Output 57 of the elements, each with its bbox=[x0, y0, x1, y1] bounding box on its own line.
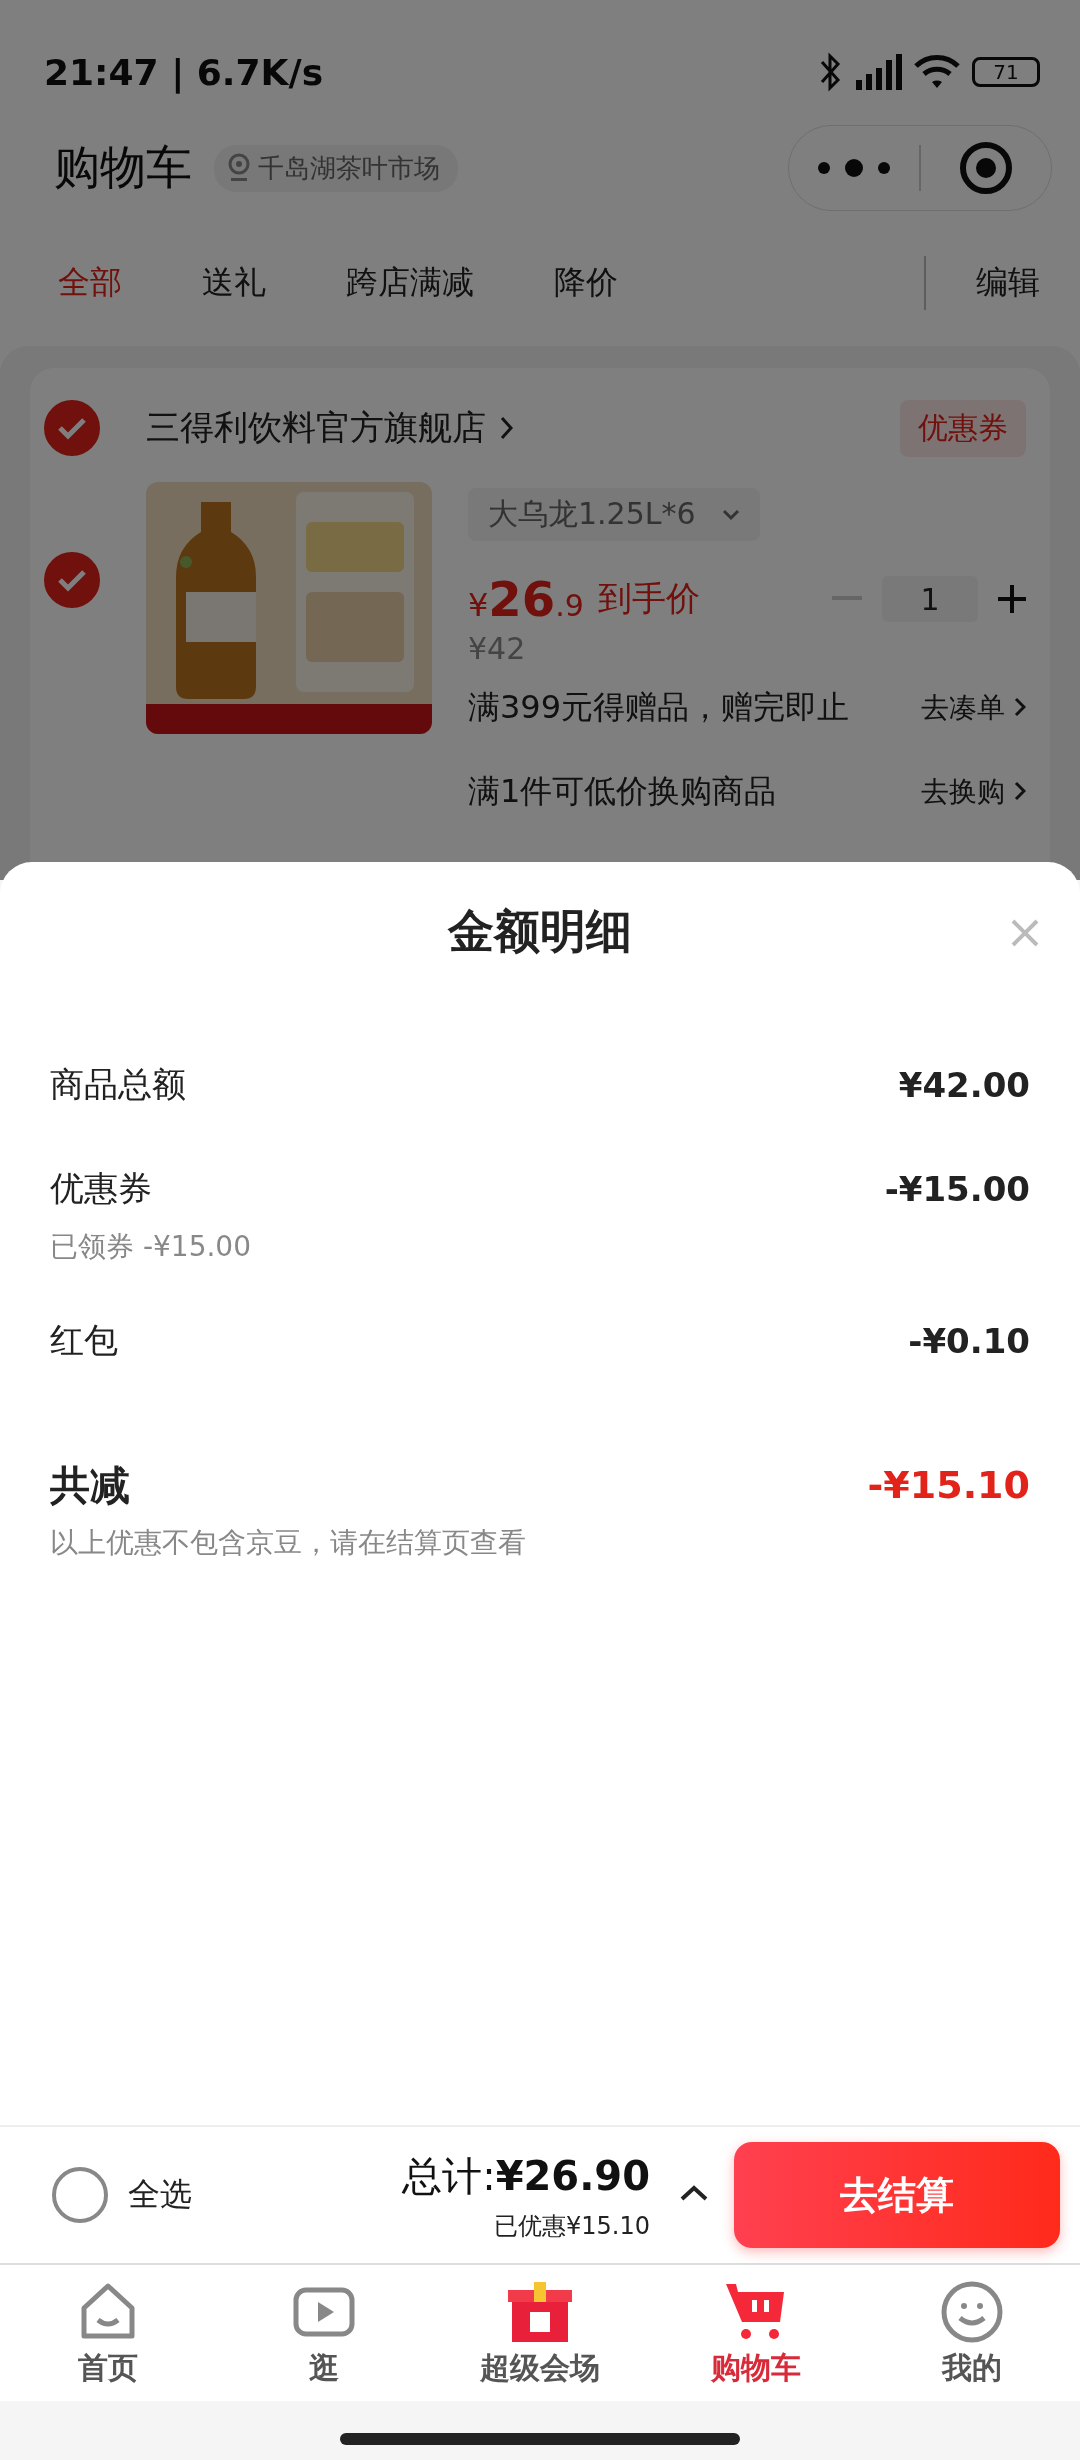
sheet-title: 金额明细 bbox=[448, 903, 632, 960]
caret-icon[interactable] bbox=[680, 2185, 708, 2201]
price-label: 到手价 bbox=[597, 577, 700, 620]
filter-tab[interactable]: 降价 bbox=[554, 253, 618, 313]
filter-tab[interactable]: 送礼 bbox=[202, 253, 266, 313]
select-all-label[interactable]: 全选 bbox=[128, 2173, 192, 2217]
amount-value: -¥0.10 bbox=[908, 1321, 1030, 1361]
location-text: 千岛湖茶叶市场 bbox=[258, 151, 440, 185]
quantity-field[interactable]: 1 bbox=[882, 576, 978, 622]
amount-note: 以上优惠不包含京豆，请在结算页查看 bbox=[50, 1525, 527, 1561]
filter-tab[interactable]: 全部 bbox=[58, 253, 122, 313]
original-price: ¥42 bbox=[468, 631, 527, 666]
chevron-icon bbox=[500, 416, 514, 440]
amount-value: -¥15.10 bbox=[867, 1463, 1030, 1507]
coupon-tag[interactable]: 优惠券 bbox=[900, 399, 1026, 457]
amount-note: 已领券 -¥15.00 bbox=[50, 1229, 252, 1265]
amount-label: 商品总额 bbox=[50, 1063, 186, 1106]
spec-text: 大乌龙1.25L*6 bbox=[488, 495, 696, 533]
amount-value: -¥15.00 bbox=[884, 1169, 1030, 1209]
edit-link[interactable]: 编辑 bbox=[926, 261, 1080, 305]
price: ¥26.9 bbox=[468, 571, 584, 627]
checkbox[interactable] bbox=[44, 552, 100, 608]
checkout-button[interactable]: 去结算 bbox=[734, 2142, 1060, 2248]
total-amount: 总计:¥26.90 bbox=[402, 2151, 650, 2201]
promo-link[interactable]: 去凑单 bbox=[921, 689, 1026, 727]
caret-icon bbox=[721, 508, 740, 521]
filter-tab[interactable]: 跨店满减 bbox=[346, 253, 474, 313]
status-time: 21:47 | 6.7K/s bbox=[44, 51, 324, 93]
bluetooth-icon bbox=[818, 52, 842, 92]
checkmark-icon bbox=[57, 416, 87, 440]
location-chip[interactable]: 千岛湖茶叶市场 bbox=[214, 144, 458, 192]
plus-icon[interactable] bbox=[998, 585, 1026, 613]
location-icon bbox=[226, 153, 252, 183]
checkbox[interactable] bbox=[44, 400, 100, 456]
chevron-icon bbox=[1014, 697, 1026, 717]
close-icon[interactable] bbox=[1010, 918, 1040, 948]
nav-tab[interactable]: 我的 bbox=[864, 2265, 1080, 2401]
checkmark-icon bbox=[57, 568, 87, 592]
nav-tab[interactable]: 超级会场 bbox=[432, 2265, 648, 2401]
page-title: 购物车 bbox=[54, 139, 192, 196]
select-all-radio[interactable] bbox=[52, 2167, 108, 2223]
store-name[interactable]: 三得利饮料官方旗舰店 bbox=[146, 405, 486, 451]
saved-amount: 已优惠¥15.10 bbox=[494, 2210, 650, 2242]
chevron-icon bbox=[1014, 781, 1026, 801]
close-target-icon[interactable] bbox=[959, 141, 1013, 195]
nav-tab[interactable]: 首页 bbox=[0, 2265, 216, 2401]
amount-label: 共减 bbox=[50, 1460, 130, 1510]
promo-text: 满399元得赠品，赠完即止 bbox=[468, 687, 850, 728]
spec-selector[interactable]: 大乌龙1.25L*6 bbox=[468, 488, 760, 541]
nav-tab[interactable]: 购物车 bbox=[648, 2265, 864, 2401]
amount-label: 优惠券 bbox=[50, 1167, 152, 1210]
battery-icon: 71 bbox=[972, 57, 1040, 87]
promo-text: 满1件可低价换购商品 bbox=[468, 771, 777, 812]
amount-value: ¥42.00 bbox=[898, 1065, 1030, 1105]
amount-label: 红包 bbox=[50, 1319, 118, 1362]
nav-tab[interactable]: 逛 bbox=[216, 2265, 432, 2401]
promo-link[interactable]: 去换购 bbox=[921, 773, 1026, 811]
